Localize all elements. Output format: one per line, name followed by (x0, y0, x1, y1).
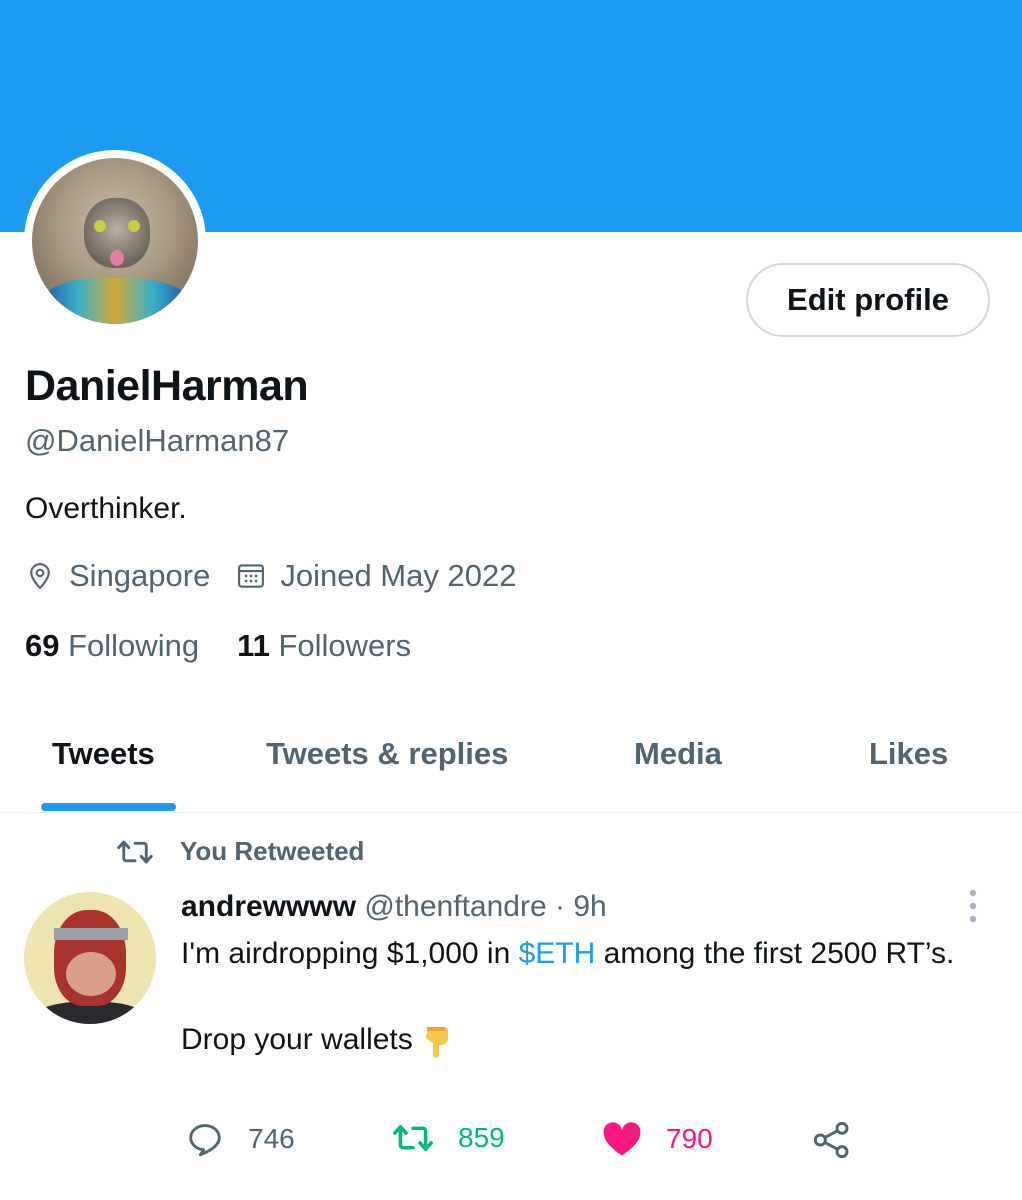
tweet-text-line1: I'm airdropping $1,000 in $ETH among the… (181, 937, 955, 970)
tweet-author-avatar[interactable] (24, 892, 156, 1024)
tweet-author-name[interactable]: andrewwww (181, 890, 356, 923)
followers-label: Followers (278, 628, 412, 663)
avatar-image (32, 158, 198, 324)
join-date-text: Joined May 2022 (280, 558, 517, 593)
like-icon (603, 1122, 641, 1156)
profile-avatar[interactable] (24, 150, 206, 332)
like-count: 790 (666, 1123, 713, 1154)
profile-name: DanielHarman (25, 362, 309, 410)
tweet-text: I'm airdropping $1,000 in $ETH among the… (181, 932, 981, 1061)
following-count: 69 (25, 628, 60, 663)
profile-handle: @DanielHarman87 (25, 423, 290, 458)
retweet-context-label: You Retweeted (180, 836, 365, 866)
retweet-button[interactable]: 859 (392, 1120, 505, 1156)
reply-icon (189, 1124, 221, 1157)
location-text: Singapore (69, 558, 211, 593)
tweet-text-line2: Drop your wallets (181, 1018, 981, 1061)
profile-meta: Singapore Joined May 2022 (25, 558, 542, 594)
tweet-author-handle[interactable]: @thenftandre (364, 890, 546, 923)
profile-bio: Overthinker. (25, 492, 187, 525)
share-button[interactable] (812, 1120, 876, 1160)
like-button[interactable]: 790 (602, 1120, 713, 1158)
cashtag-link[interactable]: $ETH (519, 937, 596, 970)
tab-tweets[interactable]: Tweets (52, 736, 155, 772)
join-date: Joined May 2022 (236, 558, 516, 594)
retweet-icon (393, 1125, 433, 1151)
follow-stats: 69 Following 11 Followers (25, 628, 449, 664)
edit-profile-button[interactable]: Edit profile (746, 263, 990, 337)
tweet-header: andrewwww @thenftandre · 9h (181, 890, 607, 924)
location: Singapore (25, 558, 210, 594)
share-icon (813, 1121, 849, 1159)
reply-count: 746 (248, 1123, 295, 1154)
more-icon[interactable] (964, 888, 982, 924)
profile-tabs: Tweets Tweets & replies Media Likes (0, 712, 1022, 813)
retweet-context: You Retweeted (116, 836, 364, 867)
tab-tweets-replies[interactable]: Tweets & replies (266, 736, 508, 772)
active-tab-indicator (41, 803, 176, 811)
calendar-icon (238, 564, 265, 588)
tweet-time[interactable]: 9h (573, 890, 606, 923)
retweet-count: 859 (458, 1122, 505, 1153)
tweet-separator: · (554, 890, 565, 923)
followers-link[interactable]: 11 Followers (237, 628, 411, 664)
following-link[interactable]: 69 Following (25, 628, 199, 664)
following-label: Following (68, 628, 200, 663)
tweet-actions: 746 859 790 (0, 1120, 1022, 1176)
followers-count: 11 (237, 628, 270, 663)
tab-likes[interactable]: Likes (869, 736, 948, 772)
reply-button[interactable]: 746 (186, 1120, 295, 1158)
retweet-icon (117, 840, 153, 863)
location-icon (30, 563, 50, 590)
tab-media[interactable]: Media (634, 736, 722, 772)
pointing-down-emoji (425, 1027, 448, 1059)
